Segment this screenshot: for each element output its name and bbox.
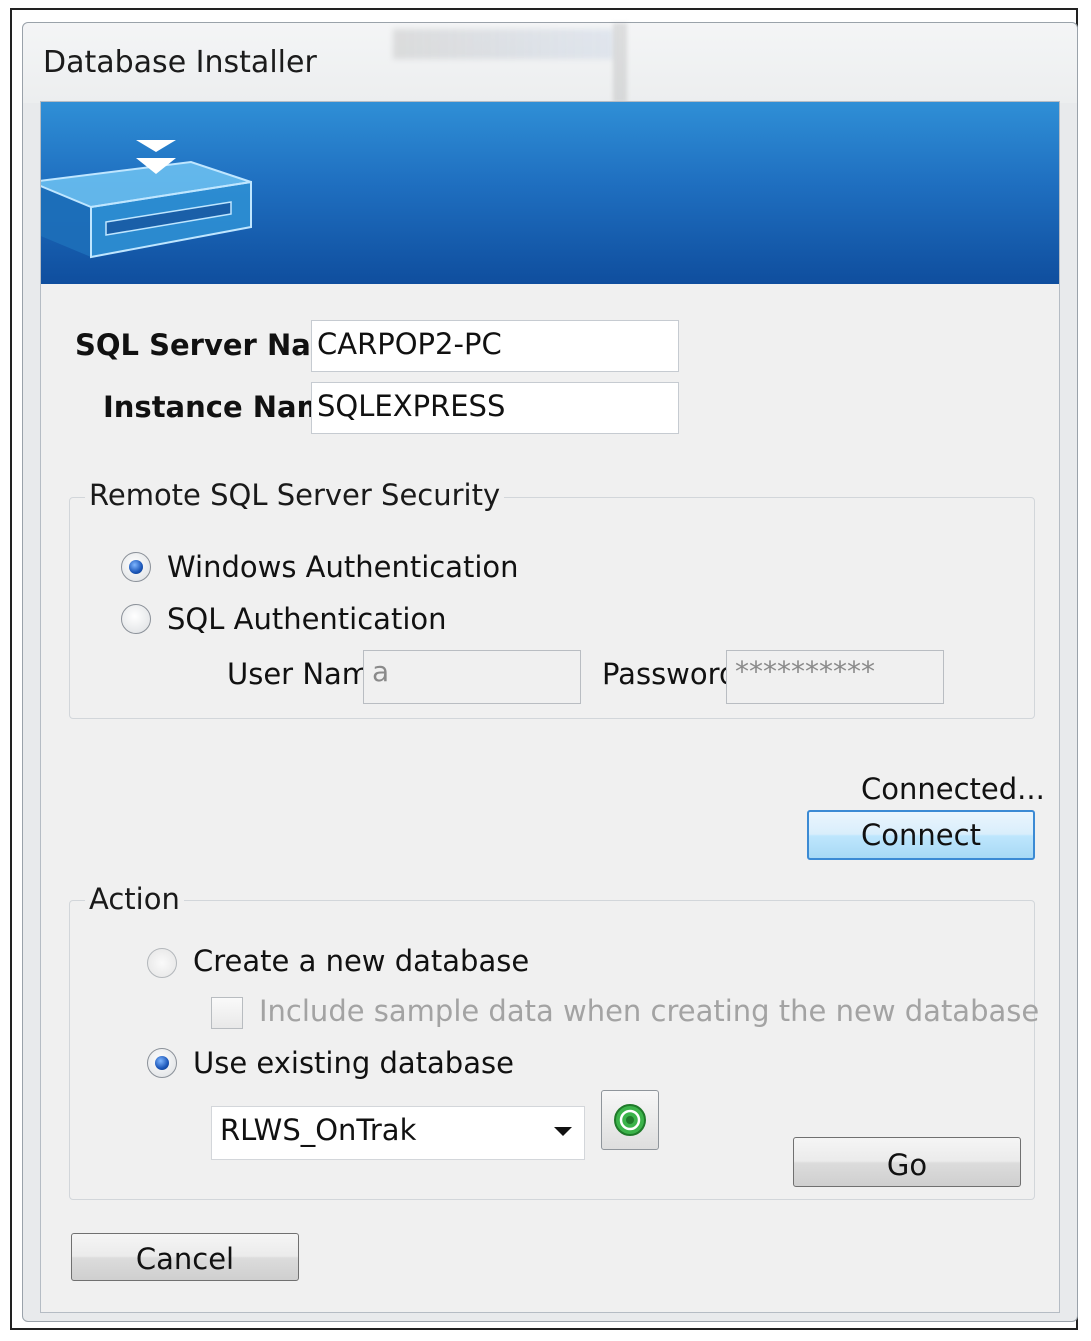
- sql-auth-radio[interactable]: [121, 604, 151, 634]
- go-button[interactable]: Go: [793, 1137, 1021, 1187]
- background-window-edge: [613, 23, 627, 103]
- security-group-title: Remote SQL Server Security: [85, 478, 505, 512]
- title-bar[interactable]: Database Installer: [23, 23, 1077, 103]
- windows-auth-radio[interactable]: [121, 552, 151, 582]
- password-label: Password: [602, 657, 726, 691]
- sql-server-name-input[interactable]: CARPOP2-PC: [311, 320, 679, 372]
- username-input[interactable]: a: [363, 650, 581, 704]
- existing-database-select[interactable]: RLWS_OnTrak: [211, 1106, 585, 1160]
- existing-database-value: RLWS_OnTrak: [220, 1113, 417, 1147]
- database-installer-dialog: Database Installer SQL Server Nam CARPOP…: [22, 22, 1078, 1322]
- refresh-icon: [614, 1104, 646, 1136]
- instance-name-input[interactable]: SQLEXPRESS: [311, 382, 679, 434]
- connect-button[interactable]: Connect: [807, 810, 1035, 860]
- use-existing-label[interactable]: Use existing database: [193, 1046, 514, 1080]
- create-database-radio[interactable]: [147, 948, 177, 978]
- dialog-client-area: SQL Server Nam CARPOP2-PC Instance Nam S…: [40, 101, 1060, 1313]
- windows-auth-label[interactable]: Windows Authentication: [167, 550, 519, 584]
- include-sample-data-label[interactable]: Include sample data when creating the ne…: [259, 994, 1039, 1028]
- cancel-button[interactable]: Cancel: [71, 1233, 299, 1281]
- window-title: Database Installer: [43, 45, 317, 80]
- password-input[interactable]: **********: [726, 650, 944, 704]
- instance-name-label: Instance Nam: [103, 390, 311, 424]
- include-sample-data-checkbox[interactable]: [211, 997, 243, 1029]
- action-group-title: Action: [85, 882, 184, 916]
- connection-status-text: Connected...: [861, 772, 1045, 806]
- database-install-icon: [41, 140, 252, 259]
- refresh-database-button[interactable]: [601, 1090, 659, 1150]
- use-existing-radio[interactable]: [147, 1048, 177, 1078]
- sql-server-name-label: SQL Server Nam: [75, 328, 311, 362]
- create-database-label[interactable]: Create a new database: [193, 944, 529, 978]
- header-banner: [41, 102, 1059, 284]
- sql-auth-label[interactable]: SQL Authentication: [167, 602, 447, 636]
- background-window-ghost: [393, 29, 613, 59]
- chevron-down-icon: [554, 1127, 572, 1136]
